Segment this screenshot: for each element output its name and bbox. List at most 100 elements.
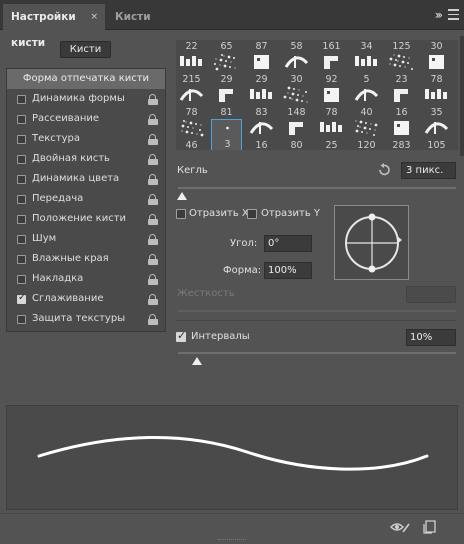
preset-size-label: 125 (392, 41, 411, 52)
brush-presets-grid: 22 65 87 58 161 34 125 30 215 29 29 30 92 5 23 78 78 81 8… (176, 40, 458, 150)
size-label: Кегль (177, 165, 208, 176)
eye-brush-icon[interactable] (390, 521, 410, 535)
brush-option-item[interactable]: Шум (7, 230, 165, 250)
lock-icon[interactable] (148, 274, 158, 285)
spacing-checkbox[interactable] (176, 329, 186, 342)
brush-option-item[interactable]: Динамика формы (7, 90, 165, 110)
brush-preset[interactable]: 46 (176, 119, 207, 150)
option-checkbox[interactable] (17, 175, 26, 184)
hamburger-menu-icon[interactable] (446, 6, 460, 22)
brush-preset[interactable]: 80 (281, 119, 312, 150)
lock-icon[interactable] (148, 114, 158, 125)
lock-icon[interactable] (148, 214, 158, 225)
brush-preset[interactable]: 148 (281, 86, 312, 118)
presets-scrollbar[interactable] (460, 36, 464, 156)
preset-size-label: 215 (182, 74, 201, 85)
brush-preset[interactable]: 283 (386, 119, 417, 150)
roundness-input[interactable]: 100% (264, 262, 312, 279)
brush-preset[interactable]: 81 (211, 86, 242, 118)
option-checkbox[interactable] (17, 155, 26, 164)
tab-brush-settings[interactable]: Настройки кисти × (3, 4, 105, 49)
lock-icon[interactable] (148, 254, 158, 265)
flip-x-checkbox[interactable] (176, 209, 186, 219)
brush-preset-thumbnail (176, 53, 207, 75)
brush-preset[interactable]: 29 (211, 53, 242, 85)
brush-preset[interactable]: 3 (211, 119, 242, 150)
brush-preset[interactable]: 120 (351, 119, 382, 150)
brush-option-item[interactable]: Сглаживание (7, 290, 165, 310)
brush-tip-shape-item[interactable]: Форма отпечатка кисти (7, 69, 165, 89)
angle-input[interactable]: 0° (264, 235, 312, 252)
size-input[interactable]: 3 пикс. (401, 162, 456, 179)
preset-size-label: 5 (363, 74, 370, 85)
option-checkbox[interactable] (17, 292, 26, 304)
new-preset-icon[interactable] (423, 520, 437, 534)
brush-preset[interactable]: 16 (386, 86, 417, 118)
option-checkbox[interactable] (17, 255, 26, 264)
brush-preset[interactable]: 92 (316, 53, 347, 85)
close-tab-icon[interactable]: × (90, 4, 98, 30)
brush-option-item[interactable]: Положение кисти (7, 210, 165, 230)
brushes-button[interactable]: Кисти (60, 41, 111, 58)
preset-size-label: 22 (185, 41, 198, 52)
spacing-slider-knob[interactable] (191, 357, 202, 365)
option-checkbox[interactable] (17, 275, 26, 284)
option-label: Передача (32, 193, 84, 204)
option-checkbox[interactable] (17, 215, 26, 224)
double-chevron-icon[interactable]: ››› (435, 8, 444, 22)
brush-preset[interactable]: 78 (421, 53, 452, 85)
tab-brushes[interactable]: Кисти (107, 4, 159, 30)
preset-size-label: 78 (185, 107, 198, 118)
option-checkbox[interactable] (17, 315, 26, 324)
brush-preset[interactable]: 83 (246, 86, 277, 118)
panel-resize-grip[interactable] (218, 539, 246, 541)
brush-preset[interactable]: 78 (176, 86, 207, 118)
lock-icon[interactable] (148, 154, 158, 165)
brush-preset[interactable]: 78 (316, 86, 347, 118)
lock-icon[interactable] (148, 174, 158, 185)
brush-preset[interactable]: 40 (351, 86, 382, 118)
brush-option-item[interactable]: Передача (7, 190, 165, 210)
brush-preset[interactable]: 30 (281, 53, 312, 85)
lock-icon[interactable] (148, 294, 158, 305)
option-checkbox[interactable] (17, 95, 26, 104)
brush-preset[interactable]: 29 (246, 53, 277, 85)
option-checkbox[interactable] (17, 115, 26, 124)
brush-option-item[interactable]: Текстура (7, 130, 165, 150)
lock-icon[interactable] (148, 194, 158, 205)
lock-icon[interactable] (148, 134, 158, 145)
size-slider-track[interactable] (178, 187, 456, 189)
preset-size-label: 40 (360, 107, 373, 118)
brush-preset-thumbnail (281, 86, 312, 108)
brush-option-item[interactable]: Накладка (7, 270, 165, 290)
brush-option-item[interactable]: Двойная кисть (7, 150, 165, 170)
option-checkbox[interactable] (17, 195, 26, 204)
size-slider-knob[interactable] (176, 192, 187, 200)
option-checkbox[interactable] (17, 235, 26, 244)
brush-option-item[interactable]: Защита текстуры (7, 310, 165, 330)
lock-icon[interactable] (148, 314, 158, 325)
brush-option-item[interactable]: Влажные края (7, 250, 165, 270)
flip-y-checkbox[interactable] (247, 209, 257, 219)
brush-option-item[interactable]: Динамика цвета (7, 170, 165, 190)
brush-preset-thumbnail (316, 53, 347, 75)
brush-preset[interactable]: 105 (421, 119, 452, 150)
reset-icon[interactable] (377, 163, 391, 177)
spacing-input[interactable]: 10% (406, 329, 456, 346)
brush-preset[interactable]: 16 (246, 119, 277, 150)
brush-preset[interactable]: 25 (316, 119, 347, 150)
brush-preset[interactable]: 23 (386, 53, 417, 85)
brush-option-item[interactable]: Рассеивание (7, 110, 165, 130)
brush-preset-thumbnail (246, 119, 277, 141)
option-checkbox[interactable] (17, 135, 26, 144)
angle-arrow-icon[interactable] (397, 236, 402, 244)
brush-preset[interactable]: 5 (351, 53, 382, 85)
preset-size-label: 34 (360, 41, 373, 52)
spacing-slider-track[interactable] (178, 352, 456, 354)
lock-icon[interactable] (148, 234, 158, 245)
brush-preset[interactable]: 215 (176, 53, 207, 85)
lock-icon[interactable] (148, 94, 158, 105)
brush-preset[interactable]: 35 (421, 86, 452, 118)
angle-label: Угол: (230, 238, 258, 249)
flip-x-label: Отразить X (189, 208, 249, 219)
